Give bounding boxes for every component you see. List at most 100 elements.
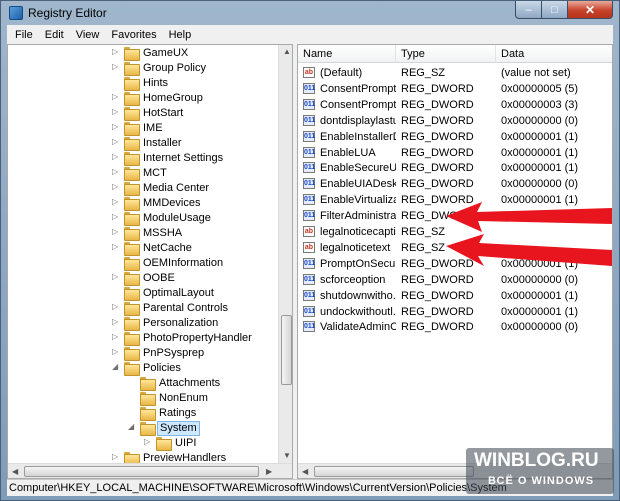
tree-node[interactable]: ◢ System	[8, 421, 278, 436]
folder-icon	[124, 272, 140, 286]
value-row[interactable]: 011 shutdownwitho... REG_DWORD 0x00000001 (…	[298, 288, 612, 304]
folder-icon	[124, 332, 140, 346]
value-data: 0x00000000 (0)	[501, 115, 579, 127]
maximize-button[interactable]: □	[542, 1, 568, 19]
scroll-right-icon[interactable]: ▶	[266, 467, 272, 476]
collapsed-arrow-icon[interactable]: ▷	[112, 107, 118, 116]
scroll-left-icon[interactable]: ◀	[302, 467, 308, 476]
value-name: ValidateAdminC...	[320, 321, 396, 333]
value-row[interactable]: 011 ValidateAdminC... REG_DWORD 0x00000000 …	[298, 319, 612, 335]
menu-file[interactable]: File	[9, 29, 39, 41]
binary-value-icon: 011	[303, 274, 316, 285]
collapsed-arrow-icon[interactable]: ▷	[112, 227, 118, 236]
value-row[interactable]: 011 undockwithoutl... REG_DWORD 0x00000001 …	[298, 304, 612, 320]
tree-node[interactable]: ▷ Internet Settings	[8, 151, 278, 166]
tree-node[interactable]: ▷ MSSHA	[8, 226, 278, 241]
collapsed-arrow-icon[interactable]: ▷	[112, 242, 118, 251]
tree-vertical-scroll-thumb[interactable]	[281, 315, 292, 385]
menu-edit[interactable]: Edit	[39, 29, 70, 41]
tree-node-label: Installer	[143, 137, 182, 149]
tree-node-label: Hints	[143, 77, 169, 89]
value-row[interactable]: 011 dontdisplaylastu... REG_DWORD 0x0000000…	[298, 113, 612, 129]
collapsed-arrow-icon[interactable]: ▷	[112, 332, 118, 341]
collapsed-arrow-icon[interactable]: ▷	[112, 452, 118, 461]
tree-node[interactable]: ▷ MCT	[8, 166, 278, 181]
value-row[interactable]: 011 EnableLUA REG_DWORD 0x00000001 (1)	[298, 145, 612, 161]
value-name: FilterAdministra...	[320, 210, 396, 222]
menu-view[interactable]: View	[70, 29, 106, 41]
tree-node[interactable]: Attachments	[8, 376, 278, 391]
tree-node[interactable]: ▷ PhotoPropertyHandler	[8, 331, 278, 346]
scroll-left-icon[interactable]: ◀	[12, 467, 18, 476]
minimize-button[interactable]: –	[515, 1, 542, 19]
tree-node[interactable]: ▷ GameUX	[8, 46, 278, 61]
column-name-header[interactable]: Name	[298, 45, 396, 63]
column-data-header[interactable]: Data	[496, 45, 612, 63]
tree-node[interactable]: ▷ Parental Controls	[8, 301, 278, 316]
tree-node-label: Internet Settings	[143, 152, 224, 164]
collapsed-arrow-icon[interactable]: ▷	[112, 92, 118, 101]
tree-node[interactable]: ▷ MMDevices	[8, 196, 278, 211]
tree-node[interactable]: OEMInformation	[8, 256, 278, 271]
collapsed-arrow-icon[interactable]: ▷	[144, 437, 150, 446]
scroll-down-icon[interactable]: ▼	[283, 451, 291, 460]
tree-node[interactable]: ▷ HotStart	[8, 106, 278, 121]
tree-node[interactable]: Hints	[8, 76, 278, 91]
tree-node[interactable]: ▷ IME	[8, 121, 278, 136]
tree-node[interactable]: ▷ ModuleUsage	[8, 211, 278, 226]
key-tree-pane[interactable]: ▷ GameUX ▷ Group Policy Hints ▷ HomeGroup ▷ HotS…	[7, 44, 293, 479]
scroll-up-icon[interactable]: ▲	[283, 47, 291, 56]
binary-value-icon: 011	[303, 83, 316, 94]
collapsed-arrow-icon[interactable]: ▷	[112, 182, 118, 191]
menu-favorites[interactable]: Favorites	[105, 29, 162, 41]
tree-node[interactable]: ◢ Policies	[8, 361, 278, 376]
column-type-header[interactable]: Type	[396, 45, 496, 63]
collapsed-arrow-icon[interactable]: ▷	[112, 347, 118, 356]
folder-icon	[140, 392, 156, 406]
collapsed-arrow-icon[interactable]: ▷	[112, 302, 118, 311]
folder-icon	[140, 422, 156, 436]
collapsed-arrow-icon[interactable]: ▷	[112, 317, 118, 326]
tree-node[interactable]: OptimalLayout	[8, 286, 278, 301]
value-row[interactable]: 011 scforceoption REG_DWORD 0x00000000 (0)	[298, 272, 612, 288]
collapsed-arrow-icon[interactable]: ▷	[112, 197, 118, 206]
tree-node[interactable]: ▷ OOBE	[8, 271, 278, 286]
close-button[interactable]: ✕	[568, 1, 613, 19]
tree-node[interactable]: ▷ Group Policy	[8, 61, 278, 76]
value-row[interactable]: ab (Default) REG_SZ (value not set)	[298, 65, 612, 81]
collapsed-arrow-icon[interactable]: ▷	[112, 122, 118, 131]
value-row[interactable]: 011 ConsentPrompt... REG_DWORD 0x00000005 (…	[298, 81, 612, 97]
tree-node[interactable]: ▷ Personalization	[8, 316, 278, 331]
list-horizontal-scroll-thumb[interactable]	[314, 466, 474, 477]
expanded-arrow-icon[interactable]: ◢	[112, 362, 118, 371]
value-type: REG_DWORD	[401, 290, 474, 302]
menu-help[interactable]: Help	[163, 29, 198, 41]
tree-node[interactable]: ▷ UIPI	[8, 436, 278, 451]
collapsed-arrow-icon[interactable]: ▷	[112, 137, 118, 146]
tree-node[interactable]: ▷ NetCache	[8, 241, 278, 256]
tree-horizontal-scrollbar[interactable]: ◀ ▶	[8, 463, 292, 478]
folder-icon	[124, 227, 140, 241]
tree-node[interactable]: ▷ PnPSysprep	[8, 346, 278, 361]
tree-node[interactable]: ▷ Media Center	[8, 181, 278, 196]
value-row[interactable]: 011 ConsentPrompt... REG_DWORD 0x00000003 (…	[298, 97, 612, 113]
tree-node[interactable]: Ratings	[8, 406, 278, 421]
tree-vertical-scrollbar[interactable]: ▲ ▼	[278, 45, 292, 463]
value-row[interactable]: 011 EnableSecureUI... REG_DWORD 0x00000001 …	[298, 160, 612, 176]
tree-node[interactable]: NonEnum	[8, 391, 278, 406]
expanded-arrow-icon[interactable]: ◢	[128, 422, 134, 431]
value-row[interactable]: 011 EnableUIADeskt... REG_DWORD 0x00000000 …	[298, 176, 612, 192]
collapsed-arrow-icon[interactable]: ▷	[112, 62, 118, 71]
collapsed-arrow-icon[interactable]: ▷	[112, 152, 118, 161]
collapsed-arrow-icon[interactable]: ▷	[112, 272, 118, 281]
collapsed-arrow-icon[interactable]: ▷	[112, 212, 118, 221]
tree-node[interactable]: ▷ Installer	[8, 136, 278, 151]
collapsed-arrow-icon[interactable]: ▷	[112, 167, 118, 176]
value-type: REG_DWORD	[401, 131, 474, 143]
tree-horizontal-scroll-thumb[interactable]	[24, 466, 259, 477]
value-data: 0x00000001 (1)	[501, 131, 579, 143]
title-bar[interactable]: Registry Editor – □ ✕	[1, 1, 619, 25]
value-row[interactable]: 011 EnableInstallerD... REG_DWORD 0x0000000…	[298, 129, 612, 145]
collapsed-arrow-icon[interactable]: ▷	[112, 47, 118, 56]
tree-node[interactable]: ▷ HomeGroup	[8, 91, 278, 106]
